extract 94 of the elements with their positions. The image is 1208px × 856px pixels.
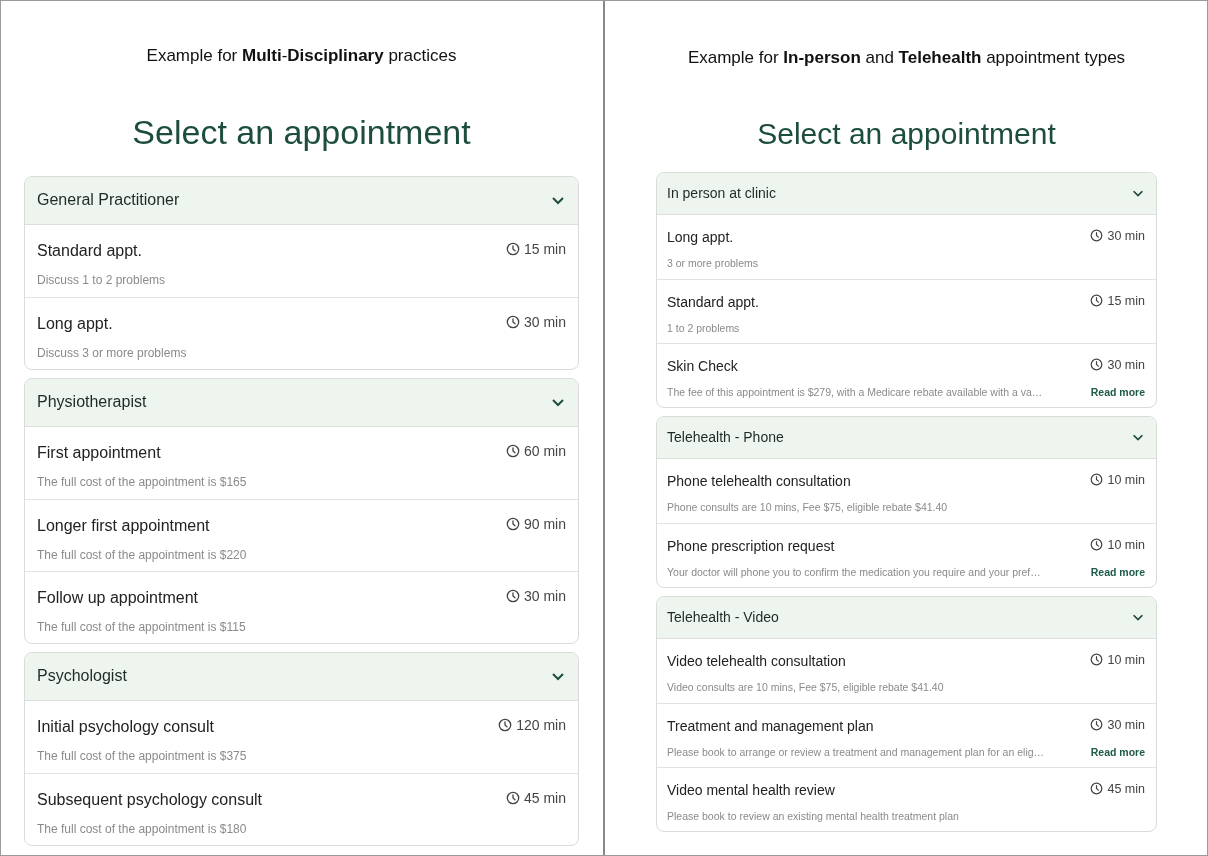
duration-text: 30 min — [1107, 227, 1145, 245]
group-title: Physiotherapist — [37, 392, 147, 412]
clock-icon — [1090, 782, 1104, 796]
appointment-title: Follow up appointment — [37, 587, 198, 608]
appointment-description: The full cost of the appointment is $180 — [37, 820, 247, 838]
duration-text: 45 min — [1107, 780, 1145, 798]
appointment-title: Skin Check — [667, 356, 738, 376]
clock-icon — [1090, 538, 1104, 552]
appointment-title: Video telehealth consultation — [667, 651, 846, 671]
page-heading: Select an appointment — [132, 112, 471, 151]
appointment-description: The full cost of the appointment is $375 — [37, 747, 247, 765]
appointment-title: Initial psychology consult — [37, 716, 214, 737]
appointment-item[interactable]: Long appt. 30 min Discuss 3 or more problems — [25, 296, 578, 369]
duration-text: 15 min — [1107, 292, 1145, 310]
appointment-description: The full cost of the appointment is $165 — [37, 473, 247, 491]
appointment-item[interactable]: Standard appt. 15 min Discuss 1 to 2 problems — [25, 224, 578, 297]
group-title: In person at clinic — [667, 183, 776, 203]
group-header[interactable]: General Practitioner — [25, 176, 578, 225]
appointment-item[interactable]: Follow up appointment 30 min The full cost of the appointment is $115 — [25, 570, 578, 643]
appointment-title: Treatment and management plan — [667, 716, 874, 736]
appointment-title: Video mental health review — [667, 780, 835, 800]
duration-text: 45 min — [523, 788, 566, 808]
clock-icon — [1090, 358, 1104, 372]
appointment-description: Your doctor will phone you to confirm the medication you require and your pref… — [667, 564, 1041, 580]
duration-text: 30 min — [1107, 716, 1145, 734]
group-header[interactable]: Psychologist — [25, 652, 578, 701]
duration-text: 10 min — [1107, 471, 1145, 489]
group-header[interactable]: Telehealth - Phone — [657, 416, 1156, 459]
appointment-description: The full cost of the appointment is $115 — [37, 618, 246, 636]
duration-text: 10 min — [1107, 651, 1145, 669]
duration-text: 60 min — [523, 441, 566, 461]
appointment-description: Please book to review an existing mental health treatment plan — [667, 808, 959, 824]
appointment-description: Phone consults are 10 mins, Fee $75, eligible rebate $41.40 — [667, 499, 948, 515]
appointment-item[interactable]: Video telehealth consultation 10 min Video consults are 10 mins, Fee $75, eligible rebate $41.40 — [657, 638, 1156, 703]
group-title: Telehealth - Video — [667, 607, 779, 627]
caption-text: Example for In-person and Telehealth appointment types — [687, 48, 1126, 67]
appointment-description: 3 or more problems — [667, 255, 759, 271]
duration-text: 10 min — [1107, 536, 1145, 554]
appointment-title: Phone telehealth consultation — [667, 471, 851, 491]
appointment-title: Standard appt. — [37, 240, 142, 261]
appointment-title: Long appt. — [37, 313, 113, 334]
appointment-item[interactable]: Video mental health review 45 min Please book to review an existing mental health treatment plan — [657, 766, 1156, 831]
appointment-description: 1 to 2 problems — [667, 320, 740, 336]
appointment-item[interactable]: Initial psychology consult 120 min The full cost of the appointment is $375 — [25, 700, 578, 773]
group-title: Telehealth - Phone — [667, 427, 784, 447]
appointment-description: Discuss 3 or more problems — [37, 344, 187, 362]
appointment-title: Standard appt. — [667, 292, 759, 312]
duration-text: 30 min — [1107, 356, 1145, 374]
appointment-item[interactable]: Subsequent psychology consult 45 min The full cost of the appointment is $180 — [25, 772, 578, 845]
clock-icon — [505, 517, 520, 531]
appointment-description: The fee of this appointment is $279, with a Medicare rebate available with a va… — [667, 384, 1043, 400]
appointment-item[interactable]: Phone telehealth consultation 10 min Phone consults are 10 mins, Fee $75, eligible rebate $41.40 — [657, 458, 1156, 523]
clock-icon — [1090, 473, 1104, 487]
clock-icon — [1090, 294, 1104, 308]
clock-icon — [505, 315, 520, 329]
appointment-item[interactable]: Longer first appointment 90 min The full cost of the appointment is $220 — [25, 498, 578, 571]
group-header[interactable]: In person at clinic — [657, 172, 1156, 215]
clock-icon — [505, 791, 520, 805]
group-header[interactable]: Physiotherapist — [25, 378, 578, 427]
appointment-item[interactable]: Treatment and management plan 30 min Please book to arrange or review a treatment and management plan for an elig… Read more — [657, 702, 1156, 767]
clock-icon — [498, 718, 513, 732]
group-title: General Practitioner — [37, 190, 180, 210]
clock-icon — [1090, 653, 1104, 667]
group-title: Psychologist — [37, 666, 127, 686]
read-more-link[interactable]: Read more — [1090, 384, 1145, 401]
read-more-link[interactable]: Read more — [1090, 564, 1145, 581]
appointment-title: Longer first appointment — [37, 515, 210, 536]
group-header[interactable]: Telehealth - Video — [657, 596, 1156, 639]
duration-text: 15 min — [523, 239, 566, 259]
clock-icon — [505, 242, 520, 256]
appointment-description: Please book to arrange or review a treatment and management plan for an elig… — [667, 744, 1045, 760]
appointment-title: Subsequent psychology consult — [37, 789, 263, 810]
page-heading: Select an appointment — [757, 116, 1056, 150]
duration-text: 120 min — [516, 715, 566, 735]
caption-text: Example for Multi-Disciplinary practices — [146, 46, 457, 65]
appointment-title: First appointment — [37, 442, 161, 463]
appointment-item[interactable]: Phone prescription request 10 min Your doctor will phone you to confirm the medication you require and your pref… Read more — [657, 522, 1156, 587]
duration-text: 30 min — [523, 586, 566, 606]
duration-text: 30 min — [523, 312, 566, 332]
appointment-title: Phone prescription request — [667, 536, 835, 556]
appointment-item[interactable]: Long appt. 30 min 3 or more problems — [657, 214, 1156, 279]
appointment-description: Video consults are 10 mins, Fee $75, eligible rebate $41.40 — [667, 679, 944, 695]
appointment-title: Long appt. — [667, 227, 734, 247]
appointment-item[interactable]: Standard appt. 15 min 1 to 2 problems — [657, 278, 1156, 343]
read-more-link[interactable]: Read more — [1090, 744, 1145, 761]
appointment-item[interactable]: Skin Check 30 min The fee of this appointment is $279, with a Medicare rebate available with a va… Read more — [657, 342, 1156, 407]
clock-icon — [1090, 229, 1104, 243]
appointment-description: Discuss 1 to 2 problems — [37, 271, 166, 289]
clock-icon — [505, 444, 520, 458]
clock-icon — [1090, 718, 1104, 732]
duration-text: 90 min — [523, 514, 566, 534]
appointment-item[interactable]: First appointment 60 min The full cost of the appointment is $165 — [25, 426, 578, 499]
appointment-description: The full cost of the appointment is $220 — [37, 546, 247, 564]
clock-icon — [505, 589, 520, 603]
